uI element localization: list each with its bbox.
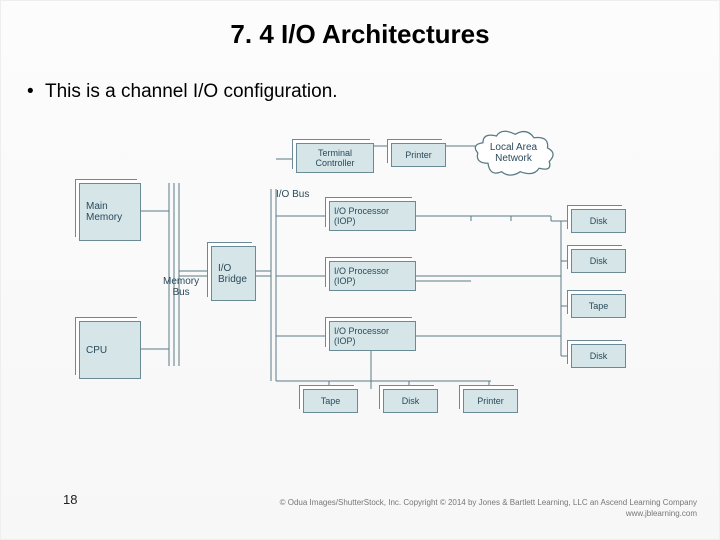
bullet-text: This is a channel I/O configuration. — [45, 81, 338, 103]
label-memory-bus: Memory Bus — [163, 276, 199, 298]
copyright: © Odua Images/ShutterStock, Inc. Copyrig… — [280, 498, 697, 519]
box-printer-top: Printer — [391, 143, 446, 167]
cloud-lan-label: Local Area Network — [490, 142, 537, 164]
box-cpu: CPU — [79, 321, 141, 379]
box-io-bridge: I/O Bridge — [211, 246, 256, 301]
box-iop-1: I/O Processor (IOP) — [329, 201, 416, 231]
io-architecture-diagram: Main Memory CPU Memory Bus I/O Bridge I/… — [71, 121, 661, 451]
slide: 7. 4 I/O Architectures This is a channel… — [0, 0, 720, 540]
box-disk-r3: Disk — [571, 344, 626, 368]
box-tape-r: Tape — [571, 294, 626, 318]
box-disk-r1: Disk — [571, 209, 626, 233]
page-number: 18 — [63, 492, 77, 507]
box-main-memory: Main Memory — [79, 183, 141, 241]
box-iop-3: I/O Processor (IOP) — [329, 321, 416, 351]
copyright-line-1: © Odua Images/ShutterStock, Inc. Copyrig… — [280, 498, 697, 508]
box-printer-b: Printer — [463, 389, 518, 413]
cloud-lan: Local Area Network — [471, 129, 556, 177]
box-iop-2: I/O Processor (IOP) — [329, 261, 416, 291]
box-disk-r2: Disk — [571, 249, 626, 273]
slide-title: 7. 4 I/O Architectures — [1, 19, 719, 50]
box-tape-b: Tape — [303, 389, 358, 413]
box-terminal-controller: Terminal Controller — [296, 143, 374, 173]
copyright-line-2: www.jblearning.com — [280, 509, 697, 519]
box-disk-b: Disk — [383, 389, 438, 413]
label-io-bus: I/O Bus — [276, 189, 309, 200]
